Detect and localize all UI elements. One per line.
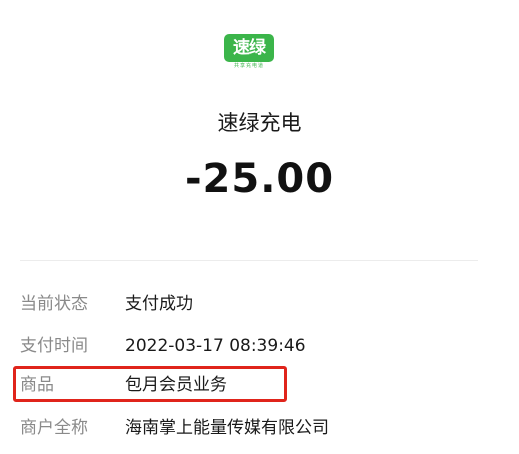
detail-value: 支付成功 bbox=[125, 294, 193, 314]
divider bbox=[20, 260, 478, 261]
detail-label: 支付时间 bbox=[20, 336, 88, 356]
detail-row-payment-time: 支付时间 2022-03-17 08:39:46 bbox=[0, 331, 519, 361]
detail-row-status: 当前状态 支付成功 bbox=[0, 289, 519, 319]
highlight-annotation-box bbox=[13, 366, 287, 402]
detail-row-merchant-full-name: 商户全称 海南掌上能量传媒有限公司 bbox=[0, 413, 519, 443]
merchant-name: 速绿充电 bbox=[217, 111, 302, 135]
detail-value: 海南掌上能量传媒有限公司 bbox=[125, 418, 329, 438]
logo-badge: 速绿 bbox=[224, 34, 274, 62]
detail-label: 当前状态 bbox=[20, 294, 88, 314]
merchant-logo: 速绿 共享充电道 bbox=[222, 34, 276, 74]
logo-slogan: 共享充电道 bbox=[233, 63, 264, 69]
detail-label: 商户全称 bbox=[20, 418, 88, 438]
payment-amount: -25.00 bbox=[184, 156, 335, 202]
detail-value: 2022-03-17 08:39:46 bbox=[125, 336, 306, 356]
